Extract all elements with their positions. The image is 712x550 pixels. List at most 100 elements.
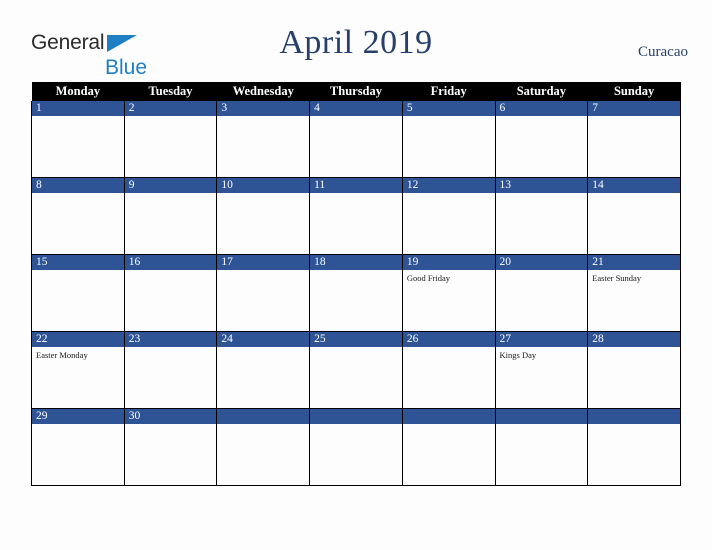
weekday-header-saturday: Saturday [495,82,588,101]
day-number: 8 [32,178,124,193]
day-events: Kings Day [496,347,588,361]
calendar-page: General Blue April 2019 Curacao Monday Tu… [0,0,712,550]
day-events [125,116,217,119]
calendar-header-row: Monday Tuesday Wednesday Thursday Friday Satu… [31,82,681,101]
day-number: 19 [402,255,495,270]
day-number [402,409,495,424]
day-events: Good Friday [403,270,495,284]
day-events [310,193,402,196]
day-number: 12 [402,178,495,193]
calendar-day-cell[interactable]: 15 [31,254,125,332]
day-events [125,424,217,427]
calendar-day-cell[interactable]: 21 Easter Sunday [587,254,681,332]
day-events [403,116,495,119]
day-number: 29 [32,409,124,424]
day-number: 23 [124,332,217,347]
day-events [32,116,124,119]
calendar-day-cell[interactable]: 29 [31,408,125,486]
holiday-label: Kings Day [499,350,537,360]
calendar-day-cell[interactable]: 4 [309,101,403,178]
calendar-week-row: 15 16 17 18 19 Good Friday 20 21 Easter Sunday [31,254,681,332]
day-events [496,424,588,427]
calendar-body: 1 2 3 4 5 6 7 8 9 10 11 12 13 14 15 16 17 18 19 Good Friday… [31,101,681,486]
calendar-day-cell[interactable]: 3 [216,101,311,178]
day-events [588,116,680,119]
weekday-header-sunday: Sunday [587,82,681,101]
calendar-day-cell[interactable]: 24 [216,331,311,409]
day-events [125,347,217,350]
calendar-day-cell[interactable]: 16 [123,254,218,332]
calendar-empty-cell [401,408,496,486]
day-number [495,409,588,424]
calendar-day-cell[interactable]: 8 [31,177,125,255]
calendar-empty-cell [309,408,403,486]
calendar-day-cell[interactable]: 19 Good Friday [401,254,496,332]
day-events [32,193,124,196]
day-number [310,409,402,424]
day-events [32,270,124,273]
day-events [217,116,309,119]
day-events [403,424,495,427]
day-number: 15 [32,255,124,270]
calendar-day-cell[interactable]: 30 [123,408,218,486]
day-number: 3 [217,101,310,116]
weekday-header-row: Monday Tuesday Wednesday Thursday Friday Satu… [31,82,681,101]
day-events [310,116,402,119]
weekday-header-wednesday: Wednesday [216,82,310,101]
calendar-day-cell[interactable]: 27 Kings Day [494,331,589,409]
holiday-label: Good Friday [406,273,451,283]
day-number: 9 [124,178,217,193]
calendar-day-cell[interactable]: 14 [587,177,681,255]
day-events [496,193,588,196]
calendar-day-cell[interactable]: 25 [309,331,403,409]
calendar-empty-cell [216,408,311,486]
calendar-day-cell[interactable]: 1 [31,101,125,178]
day-events: Easter Sunday [588,270,680,284]
day-number: 6 [495,101,588,116]
page-title: April 2019 [279,24,433,61]
calendar-grid: Monday Tuesday Wednesday Thursday Friday Satu… [31,82,681,486]
weekday-header-monday: Monday [31,82,125,101]
day-events [588,347,680,350]
day-number: 10 [217,178,310,193]
day-number: 28 [588,332,680,347]
calendar-day-cell[interactable]: 28 [587,331,681,409]
page-header: General Blue April 2019 Curacao [0,0,712,82]
day-events: Easter Monday [32,347,124,361]
day-events [310,424,402,427]
day-number [588,409,680,424]
calendar-week-row: 1234567 [31,101,681,178]
calendar-day-cell[interactable]: 10 [216,177,311,255]
day-events [310,270,402,273]
day-number: 27 [495,332,588,347]
calendar-day-cell[interactable]: 6 [494,101,589,178]
day-number: 5 [402,101,495,116]
day-number: 20 [495,255,588,270]
calendar-day-cell[interactable]: 22 Easter Monday [31,331,125,409]
day-number: 26 [402,332,495,347]
calendar-day-cell[interactable]: 12 [401,177,496,255]
weekday-header-tuesday: Tuesday [124,82,217,101]
day-number: 18 [310,255,402,270]
holiday-label: Easter Sunday [592,273,642,283]
calendar-week-row: 22 Easter Monday 23 24 25 26 27 Kings Day 28 [31,331,681,409]
calendar-day-cell[interactable]: 20 [494,254,589,332]
calendar-week-row: 8 9 10 11 12 13 14 [31,177,681,255]
day-number: 2 [124,101,217,116]
day-number: 16 [124,255,217,270]
calendar-day-cell[interactable]: 13 [494,177,589,255]
day-events [588,424,680,427]
calendar-day-cell[interactable]: 2 [123,101,218,178]
day-number: 24 [217,332,310,347]
calendar-day-cell[interactable]: 11 [309,177,403,255]
calendar-day-cell[interactable]: 9 [123,177,218,255]
calendar-day-cell[interactable]: 5 [401,101,496,178]
calendar-week-row: 29 30 [31,408,681,486]
calendar-day-cell[interactable]: 26 [401,331,496,409]
day-number: 4 [310,101,402,116]
day-number: 7 [588,101,680,116]
calendar-day-cell[interactable]: 7 [587,101,681,178]
calendar-day-cell[interactable]: 17 [216,254,311,332]
calendar-day-cell[interactable]: 23 [123,331,218,409]
calendar-day-cell[interactable]: 18 [309,254,403,332]
